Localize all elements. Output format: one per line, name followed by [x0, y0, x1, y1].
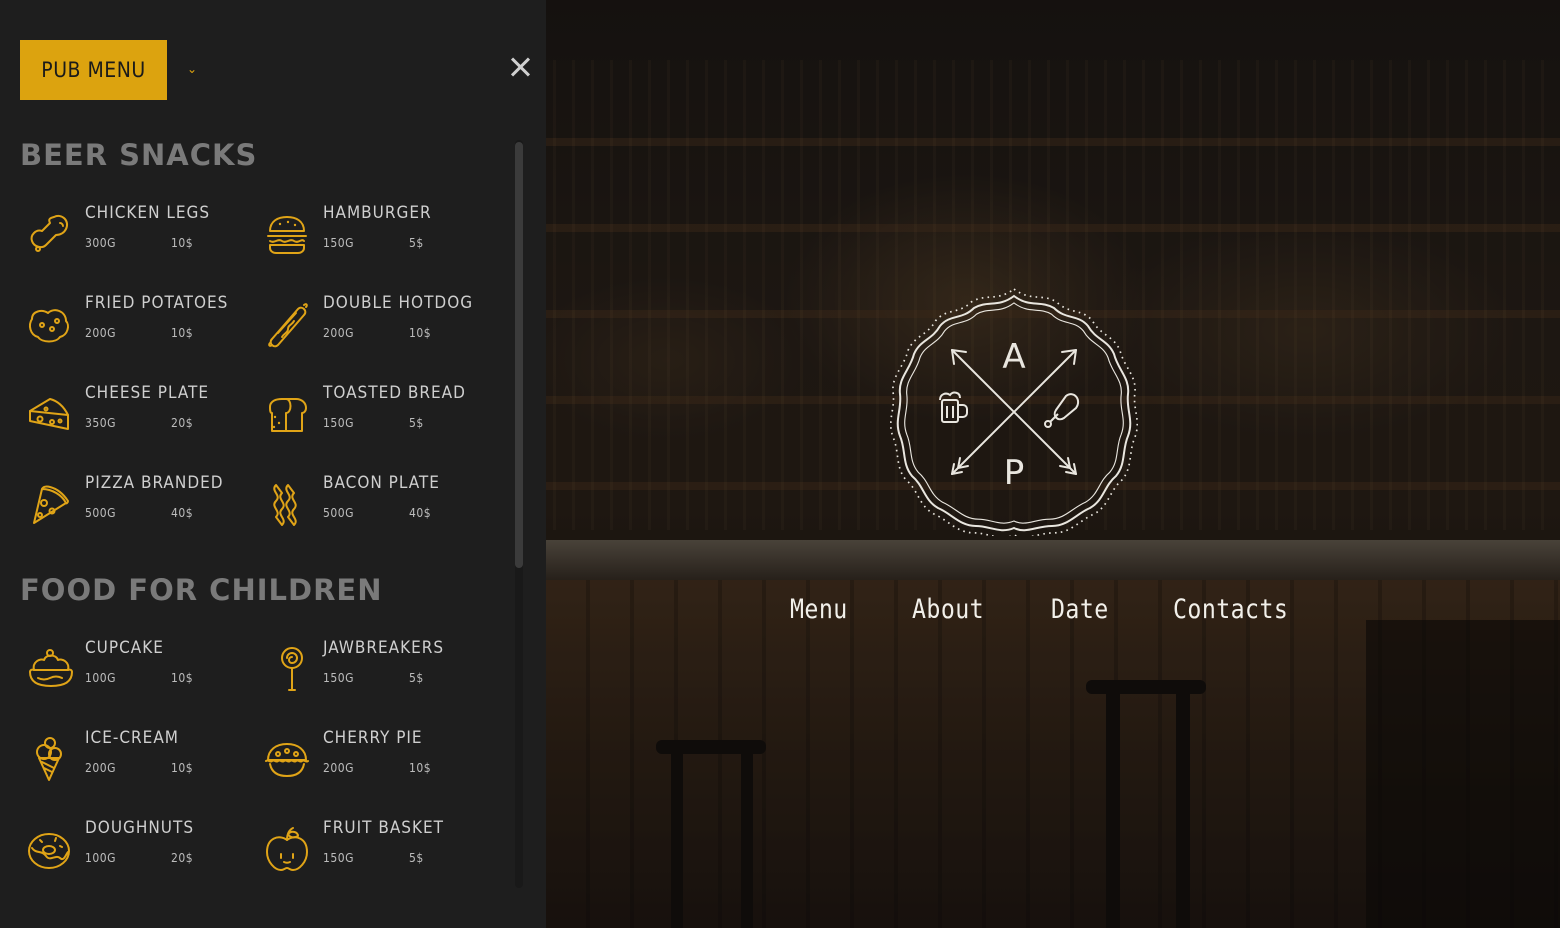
ham-leg-icon [1044, 393, 1080, 428]
item-weight: 150G [323, 416, 354, 430]
emblem-letter-top: A [1002, 337, 1025, 377]
item-name: FRIED POTATOES [85, 293, 229, 313]
menu-item[interactable]: CHEESE PLATE 350G 20$ [20, 383, 250, 453]
cupcake-icon [29, 649, 73, 687]
apple-icon [266, 827, 308, 871]
item-weight: 150G [323, 851, 354, 865]
menu-item[interactable]: FRUIT BASKET 150G 5$ [258, 818, 488, 888]
item-name: CUPCAKE [85, 638, 164, 658]
main-nav: Menu About Date Contacts [790, 594, 1307, 625]
item-name: JAWBREAKERS [323, 638, 445, 658]
item-weight: 100G [85, 851, 116, 865]
item-price: 20$ [171, 851, 194, 865]
bread-icon [269, 398, 307, 432]
ice-cream-icon [36, 737, 62, 781]
item-name: FRUIT BASKET [323, 818, 445, 838]
pub-emblem: A P [890, 288, 1138, 536]
pub-menu-button[interactable]: PUB MENU [20, 40, 167, 100]
nav-about[interactable]: About [912, 594, 984, 625]
item-price: 10$ [171, 326, 194, 340]
menu-item[interactable]: CUPCAKE 100G 10$ [20, 638, 250, 708]
item-price: 40$ [171, 506, 194, 520]
item-weight: 200G [85, 326, 116, 340]
item-weight: 500G [85, 506, 116, 520]
item-price: 20$ [171, 416, 194, 430]
menu-item[interactable]: ICE-CREAM 200G 10$ [20, 728, 250, 798]
item-price: 5$ [409, 236, 424, 250]
item-weight: 100G [85, 671, 116, 685]
menu-item[interactable]: DOUGHNUTS 100G 20$ [20, 818, 250, 888]
doughnut-icon [28, 833, 70, 869]
item-name: TOASTED BREAD [323, 383, 466, 403]
item-name: CHEESE PLATE [85, 383, 210, 403]
scrollbar-thumb[interactable] [515, 142, 523, 568]
item-name: ICE-CREAM [85, 728, 179, 748]
bacon-icon [273, 484, 297, 526]
item-name: CHERRY PIE [323, 728, 423, 748]
item-name: DOUBLE HOTDOG [323, 293, 474, 313]
potatoes-icon [29, 309, 69, 343]
item-weight: 500G [323, 506, 354, 520]
menu-item[interactable]: FRIED POTATOES 200G 10$ [20, 293, 250, 363]
item-price: 5$ [409, 671, 424, 685]
cheese-icon [29, 398, 69, 430]
lollipop-icon [281, 647, 303, 691]
item-name: HAMBURGER [323, 203, 432, 223]
menu-item[interactable]: CHICKEN LEGS 300G 10$ [20, 203, 250, 273]
item-name: CHICKEN LEGS [85, 203, 211, 223]
item-price: 10$ [171, 761, 194, 775]
menu-item[interactable]: BACON PLATE 500G 40$ [258, 473, 488, 543]
menu-item[interactable]: HAMBURGER 150G 5$ [258, 203, 488, 273]
item-price: 10$ [171, 236, 194, 250]
item-price: 5$ [409, 851, 424, 865]
section-title-beer-snacks: BEER SNACKS [20, 138, 258, 172]
menu-item[interactable]: JAWBREAKERS 150G 5$ [258, 638, 488, 708]
item-weight: 350G [85, 416, 116, 430]
nav-menu[interactable]: Menu [790, 594, 848, 625]
menu-item[interactable]: TOASTED BREAD 150G 5$ [258, 383, 488, 453]
item-name: PIZZA BRANDED [85, 473, 224, 493]
item-weight: 300G [85, 236, 116, 250]
section-title-food-for-children: FOOD FOR CHILDREN [20, 573, 383, 607]
chicken-leg-icon [30, 215, 68, 252]
hotdog-icon [268, 303, 308, 348]
hero-background: A P Menu About Date Contacts [546, 0, 1560, 928]
item-price: 5$ [409, 416, 424, 430]
item-weight: 150G [323, 236, 354, 250]
pizza-icon [33, 485, 69, 524]
menu-panel: PUB MENU ⌄ BEER SNACKS CHICKEN LEGS 300G… [0, 0, 546, 928]
beer-mug-icon [939, 391, 968, 423]
item-name: DOUGHNUTS [85, 818, 195, 838]
item-weight: 200G [85, 761, 116, 775]
hamburger-icon [267, 216, 307, 254]
item-price: 10$ [409, 761, 432, 775]
menu-item[interactable]: CHERRY PIE 200G 10$ [258, 728, 488, 798]
item-name: BACON PLATE [323, 473, 440, 493]
menu-item[interactable]: DOUBLE HOTDOG 200G 10$ [258, 293, 488, 363]
emblem-letter-bottom: P [1004, 453, 1025, 493]
item-weight: 200G [323, 326, 354, 340]
item-weight: 150G [323, 671, 354, 685]
item-weight: 200G [323, 761, 354, 775]
chevron-down-icon[interactable]: ⌄ [187, 62, 197, 76]
close-icon[interactable] [508, 55, 532, 79]
item-price: 10$ [171, 671, 194, 685]
item-price: 40$ [409, 506, 432, 520]
pie-icon [265, 743, 309, 777]
item-price: 10$ [409, 326, 432, 340]
nav-contacts[interactable]: Contacts [1173, 594, 1288, 625]
nav-date[interactable]: Date [1051, 594, 1109, 625]
menu-item[interactable]: PIZZA BRANDED 500G 40$ [20, 473, 250, 543]
